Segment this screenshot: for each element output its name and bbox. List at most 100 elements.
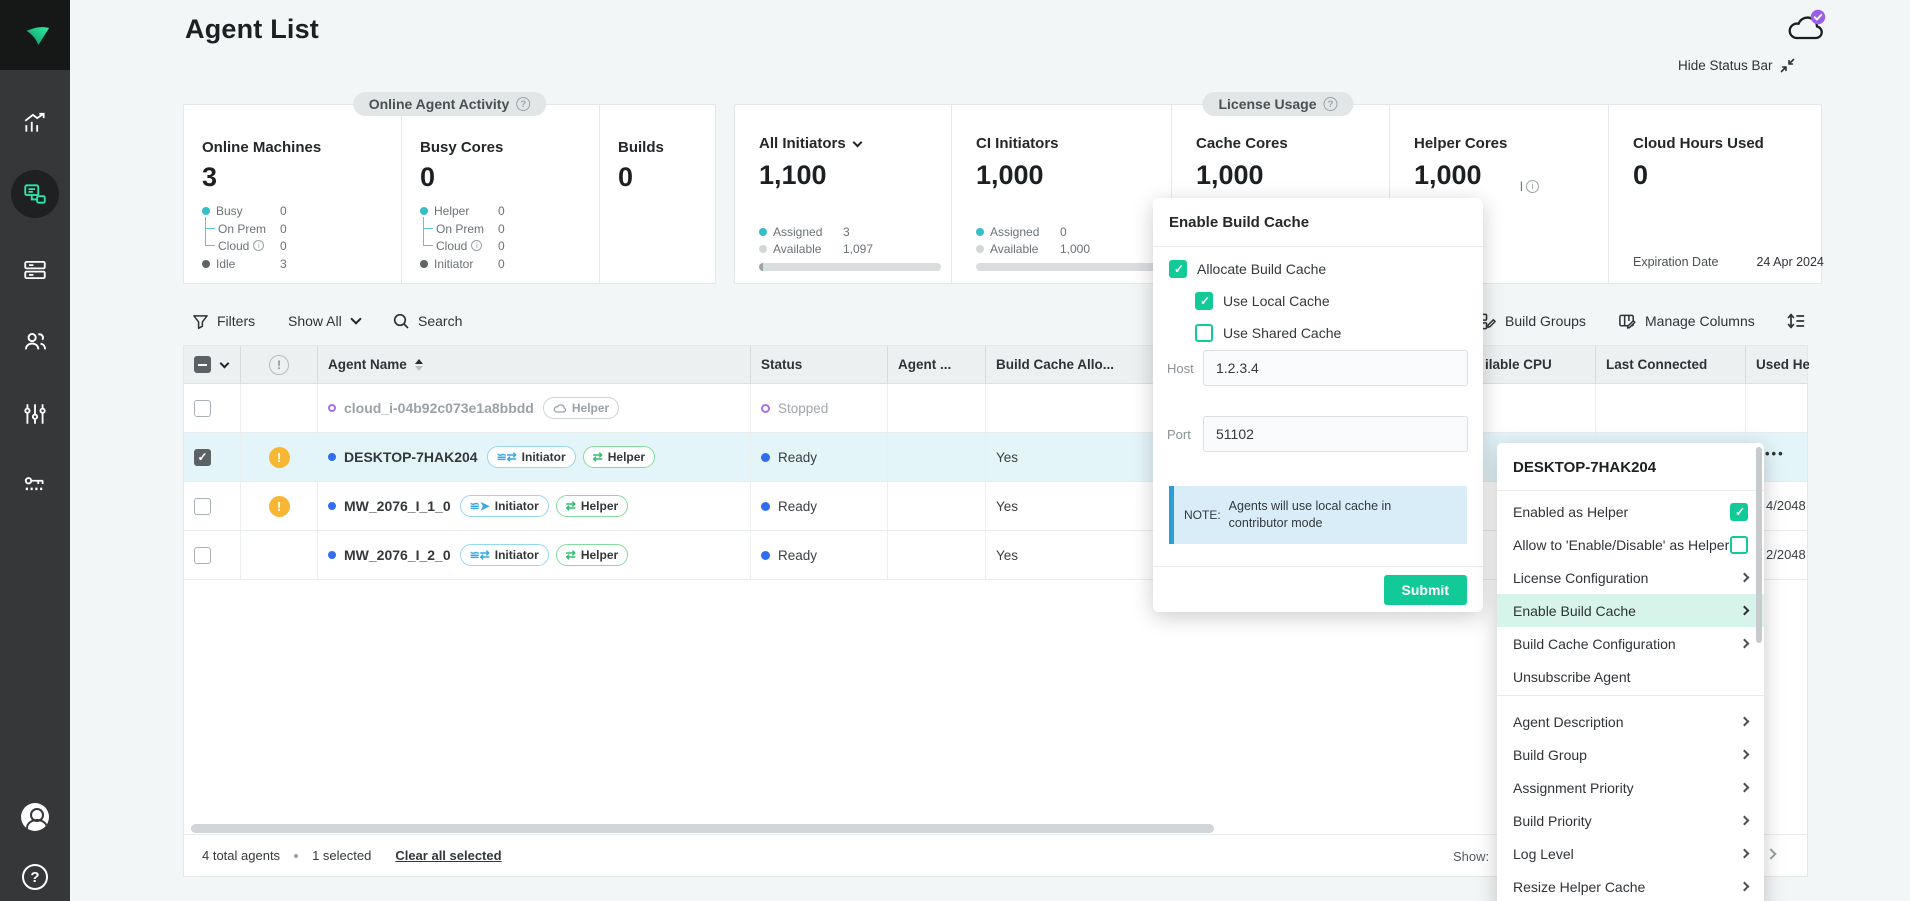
busy-cores-value: 0 bbox=[420, 162, 599, 193]
clear-all-selected-link[interactable]: Clear all selected bbox=[395, 848, 501, 863]
context-menu-title: DESKTOP-7HAK204 bbox=[1513, 459, 1656, 476]
cloud-connection-button[interactable] bbox=[1784, 8, 1828, 53]
row-height-icon bbox=[1786, 311, 1806, 331]
helper-onprem-row: On Prem 0 bbox=[436, 220, 599, 237]
menu-item-enabled-as-helper[interactable]: Enabled as Helper bbox=[1497, 495, 1764, 528]
busy-dot bbox=[202, 207, 210, 215]
app-logo[interactable] bbox=[0, 0, 70, 70]
menu-item-build-group[interactable]: Build Group bbox=[1497, 738, 1764, 771]
cloud-hours-value: 0 bbox=[1633, 160, 1823, 191]
divider bbox=[1153, 246, 1483, 247]
expiration-row: Expiration Date 24 Apr 2024 bbox=[1633, 255, 1824, 269]
assigned-dot bbox=[976, 228, 984, 236]
sidebar-item-settings[interactable] bbox=[0, 388, 70, 440]
row-checkbox[interactable] bbox=[194, 449, 211, 466]
next-page-icon[interactable] bbox=[1765, 848, 1776, 859]
agent-name: DESKTOP-7HAK204 bbox=[344, 449, 478, 465]
select-all-header[interactable] bbox=[184, 346, 241, 383]
online-machines-column: Online Machines 3 Busy 0 On Prem 0 Cloud… bbox=[184, 105, 401, 283]
sidebar-item-account[interactable] bbox=[0, 791, 70, 843]
menu-item-assignment-priority[interactable]: Assignment Priority bbox=[1497, 771, 1764, 804]
available-dot bbox=[976, 245, 984, 253]
chevron-right-icon bbox=[1740, 882, 1750, 892]
menu-item-unsubscribe-agent[interactable]: Unsubscribe Agent bbox=[1497, 660, 1764, 693]
agent-status-dot bbox=[328, 404, 336, 412]
users-icon bbox=[22, 328, 49, 355]
use-local-cache-checkbox[interactable] bbox=[1195, 292, 1213, 310]
menu-item-license-configuration[interactable]: License Configuration bbox=[1497, 561, 1764, 594]
sidebar-item-help[interactable] bbox=[0, 851, 70, 901]
agent-column-header[interactable]: Agent ... bbox=[888, 346, 986, 383]
menu-item-agent-description[interactable]: Agent Description bbox=[1497, 705, 1764, 738]
chevron-right-icon bbox=[1740, 606, 1750, 616]
info-icon[interactable] bbox=[253, 240, 264, 251]
sort-icon[interactable] bbox=[415, 359, 423, 371]
menu-item-resize-helper-cache[interactable]: Resize Helper Cache bbox=[1497, 870, 1764, 901]
agent-name-column-header[interactable]: Agent Name bbox=[318, 346, 751, 383]
expiration-value: 24 Apr 2024 bbox=[1756, 255, 1823, 269]
sidebar-item-licenses[interactable] bbox=[0, 458, 70, 510]
menu-item-build-cache-configuration[interactable]: Build Cache Configuration bbox=[1497, 627, 1764, 660]
assigned-row: Assigned 0 bbox=[976, 223, 1090, 240]
submit-button[interactable]: Submit bbox=[1384, 575, 1467, 605]
used-helper-value: 4/2048 bbox=[1766, 498, 1809, 513]
port-input[interactable] bbox=[1203, 416, 1468, 452]
horizontal-scrollbar[interactable] bbox=[191, 824, 1214, 833]
row-actions-button[interactable] bbox=[1765, 446, 1785, 461]
row-height-button[interactable] bbox=[1786, 309, 1806, 333]
sidebar-item-users[interactable] bbox=[0, 315, 70, 367]
agent-name: MW_2076_I_1_0 bbox=[344, 498, 451, 514]
available-cpu-column-header[interactable]: ilable CPU bbox=[1481, 346, 1596, 383]
hide-status-bar-button[interactable]: Hide Status Bar bbox=[1678, 58, 1795, 73]
menu-item-allow-enable-disable[interactable]: Allow to 'Enable/Disable' as Helper bbox=[1497, 528, 1764, 561]
use-local-cache-option[interactable]: Use Local Cache bbox=[1195, 292, 1330, 310]
search-button[interactable]: Search bbox=[392, 309, 462, 333]
chevron-right-icon bbox=[1740, 783, 1750, 793]
row-checkbox[interactable] bbox=[194, 547, 211, 564]
sidebar-item-agents[interactable] bbox=[0, 168, 70, 220]
show-all-dropdown[interactable]: Show All bbox=[288, 309, 360, 333]
sidebar-item-builds[interactable] bbox=[0, 244, 70, 296]
allocate-build-cache-option[interactable]: Allocate Build Cache bbox=[1169, 260, 1326, 278]
allow-enable-disable-checkbox[interactable] bbox=[1730, 536, 1748, 554]
busy-cores-column: Busy Cores 0 Helper 0 On Prem 0 Cloud 0 bbox=[401, 105, 599, 283]
build-groups-button[interactable]: Build Groups bbox=[1478, 309, 1586, 333]
initiator-sync-icon: ≌⇄ bbox=[497, 450, 517, 464]
allocate-build-cache-checkbox[interactable] bbox=[1169, 260, 1187, 278]
info-icon[interactable] bbox=[1526, 180, 1539, 193]
menu-item-enable-build-cache[interactable]: Enable Build Cache bbox=[1497, 594, 1764, 627]
all-initiators-title-row[interactable]: All Initiators bbox=[759, 135, 951, 152]
sidebar-item-dashboard[interactable] bbox=[0, 97, 70, 149]
menu-scrollbar[interactable] bbox=[1756, 447, 1762, 643]
initiator-dot bbox=[420, 260, 428, 268]
build-cache-column-header[interactable]: Build Cache Allo... bbox=[986, 346, 1156, 383]
chevron-down-icon[interactable] bbox=[220, 359, 230, 369]
table-row[interactable]: cloud_i-04b92c073e1a8bbdd Helper Stopped bbox=[184, 384, 1807, 433]
chevron-down-icon bbox=[350, 313, 361, 324]
info-icon[interactable] bbox=[471, 240, 482, 251]
menu-item-log-level[interactable]: Log Level bbox=[1497, 837, 1764, 870]
used-helper-column-header[interactable]: Used He bbox=[1746, 346, 1809, 383]
status-column-header[interactable]: Status bbox=[751, 346, 888, 383]
enabled-as-helper-checkbox[interactable] bbox=[1730, 503, 1748, 521]
alerts-column-header[interactable] bbox=[241, 346, 318, 383]
use-shared-cache-checkbox[interactable] bbox=[1195, 324, 1213, 342]
host-input[interactable] bbox=[1203, 350, 1468, 386]
chevron-right-icon bbox=[1740, 750, 1750, 760]
initiator-pinned-icon: ≌➤ bbox=[470, 499, 490, 513]
row-checkbox[interactable] bbox=[194, 400, 211, 417]
row-checkbox[interactable] bbox=[194, 498, 211, 515]
warning-icon[interactable] bbox=[269, 496, 290, 517]
last-connected-column-header[interactable]: Last Connected bbox=[1596, 346, 1746, 383]
manage-columns-button[interactable]: Manage Columns bbox=[1618, 309, 1755, 333]
menu-item-build-priority[interactable]: Build Priority bbox=[1497, 804, 1764, 837]
builds-column: Builds 0 bbox=[599, 105, 717, 283]
use-shared-cache-option[interactable]: Use Shared Cache bbox=[1195, 324, 1341, 342]
chevron-right-icon bbox=[1740, 639, 1750, 649]
warning-icon[interactable] bbox=[269, 447, 290, 468]
chevron-down-icon bbox=[852, 138, 862, 148]
usage-progress-bar bbox=[759, 263, 941, 271]
sliders-icon bbox=[22, 401, 48, 427]
filters-button[interactable]: Filters bbox=[192, 309, 255, 333]
select-all-checkbox[interactable] bbox=[194, 356, 211, 373]
